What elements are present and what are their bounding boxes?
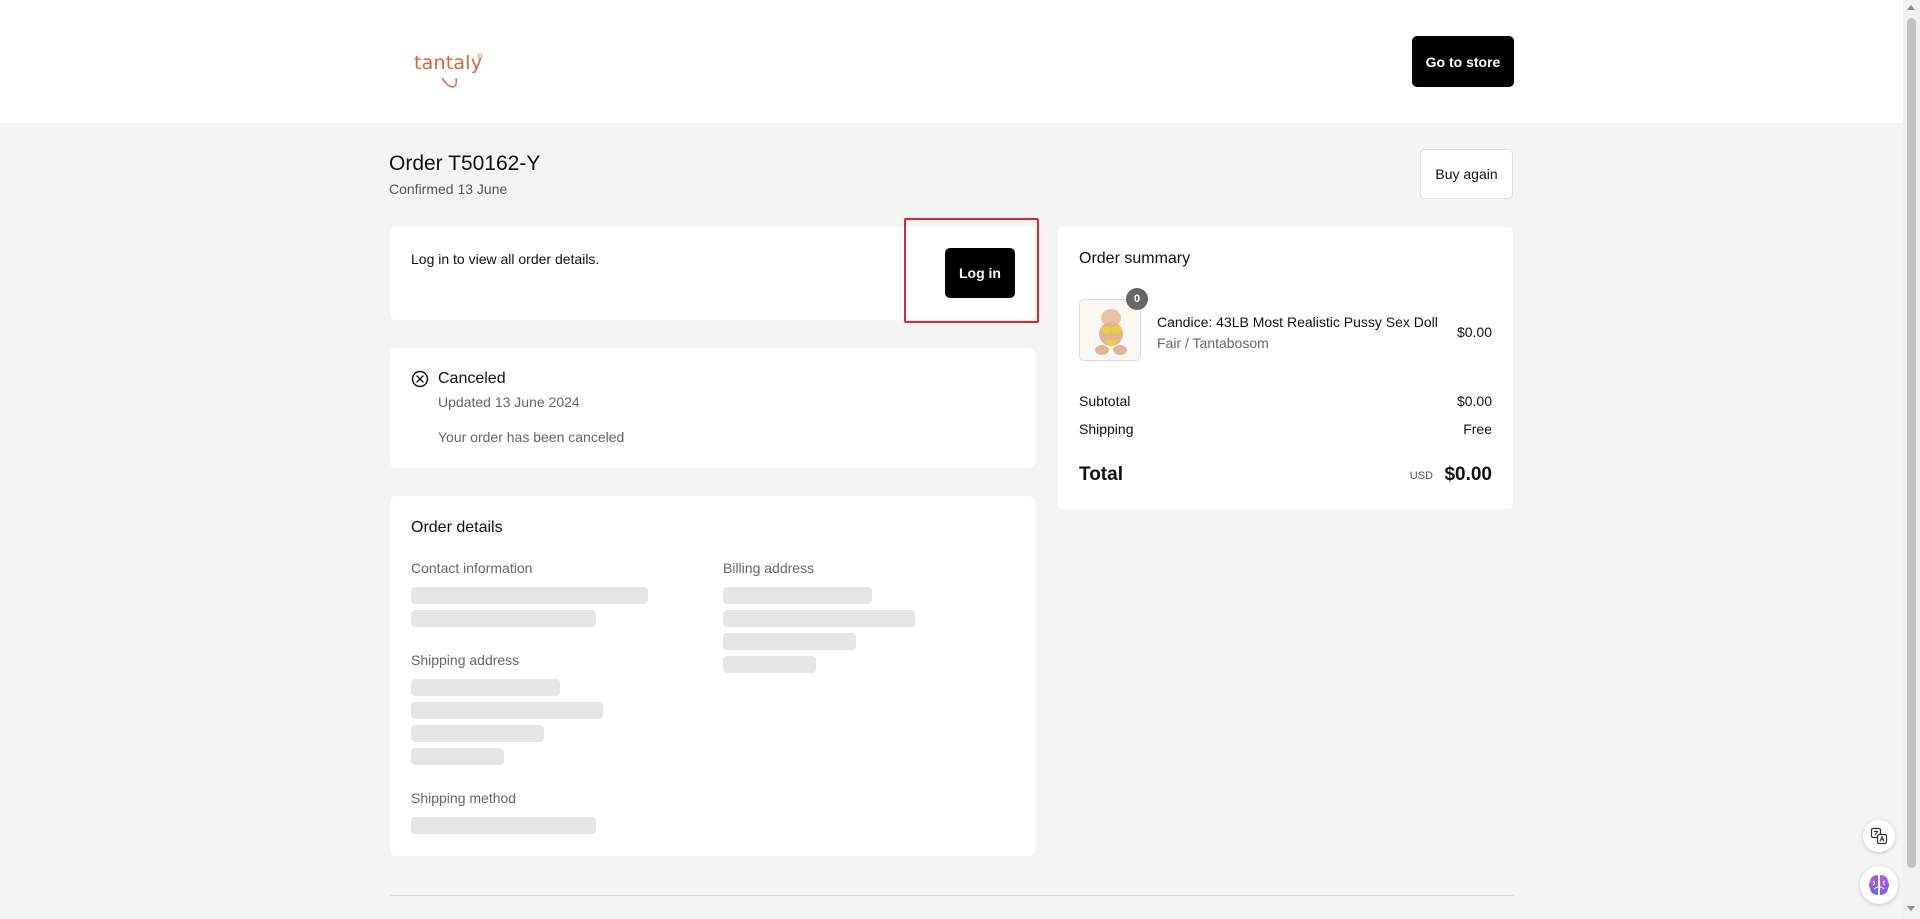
ai-assistant-widget[interactable] xyxy=(1860,866,1898,904)
product-price: $0.00 xyxy=(1456,324,1492,340)
billing-address-label: Billing address xyxy=(723,560,815,576)
shipping-value: Free xyxy=(1463,421,1492,437)
quantity-badge: 0 xyxy=(1126,288,1148,310)
page-scrollbar[interactable] xyxy=(1903,0,1920,919)
skeleton-line xyxy=(411,610,596,627)
translate-widget[interactable] xyxy=(1863,820,1895,852)
scroll-down-arrow[interactable] xyxy=(1907,906,1915,911)
go-to-store-button[interactable]: Go to store xyxy=(1412,36,1514,87)
skeleton-line xyxy=(411,587,648,604)
status-message: Your order has been canceled xyxy=(438,429,625,445)
shipping-method-label: Shipping method xyxy=(411,790,517,806)
total-currency: USD xyxy=(1409,470,1433,482)
order-title: Order T50162-Y xyxy=(389,152,541,175)
translate-icon xyxy=(1870,827,1888,845)
login-prompt-text: Log in to view all order details. xyxy=(411,251,600,267)
footer-divider xyxy=(390,895,1514,896)
skeleton-line xyxy=(411,748,504,765)
subtotal-value: $0.00 xyxy=(1456,393,1492,409)
order-confirmed-date: Confirmed 13 June xyxy=(389,181,508,197)
skeleton-line xyxy=(723,587,872,604)
order-summary-card: Order summary 0 Candice: 43LB Most Reali… xyxy=(1058,227,1513,509)
status-title: Canceled xyxy=(438,370,506,387)
shipping-address-label: Shipping address xyxy=(411,652,520,668)
skeleton-line xyxy=(411,725,544,742)
order-summary-title: Order summary xyxy=(1079,250,1191,267)
product-name: Candice: 43LB Most Realistic Pussy Sex D… xyxy=(1157,314,1438,330)
shipping-label: Shipping xyxy=(1079,421,1134,437)
logo-icon xyxy=(441,53,483,88)
skeleton-line xyxy=(411,817,596,834)
cancel-circle-icon xyxy=(411,370,429,388)
order-details-title: Order details xyxy=(411,519,503,536)
site-header: tantaly Go to store xyxy=(0,0,1903,123)
total-label: Total xyxy=(1079,464,1123,485)
order-status-page: tantaly Go to store Order T50162-Y Confi… xyxy=(0,0,1920,919)
contact-information-label: Contact information xyxy=(411,560,533,576)
order-status-card: Canceled Updated 13 June 2024 Your order… xyxy=(390,348,1035,468)
product-variant: Fair / Tantabosom xyxy=(1157,335,1269,351)
skeleton-line xyxy=(723,656,816,673)
buy-again-button[interactable]: Buy again xyxy=(1420,149,1513,199)
scroll-up-arrow[interactable] xyxy=(1907,5,1915,10)
skeleton-line xyxy=(411,702,603,719)
order-details-card: Order details Contact information Billin… xyxy=(390,496,1035,856)
status-updated: Updated 13 June 2024 xyxy=(438,394,580,410)
skeleton-line xyxy=(723,610,915,627)
skeleton-line xyxy=(411,679,560,696)
skeleton-line xyxy=(723,633,856,650)
store-logo[interactable]: tantaly xyxy=(412,48,492,88)
scroll-thumb[interactable] xyxy=(1907,18,1916,868)
subtotal-label: Subtotal xyxy=(1079,393,1131,409)
brain-icon xyxy=(1868,875,1890,895)
log-in-button[interactable]: Log in xyxy=(945,248,1015,298)
total-value: $0.00 xyxy=(1444,464,1492,485)
